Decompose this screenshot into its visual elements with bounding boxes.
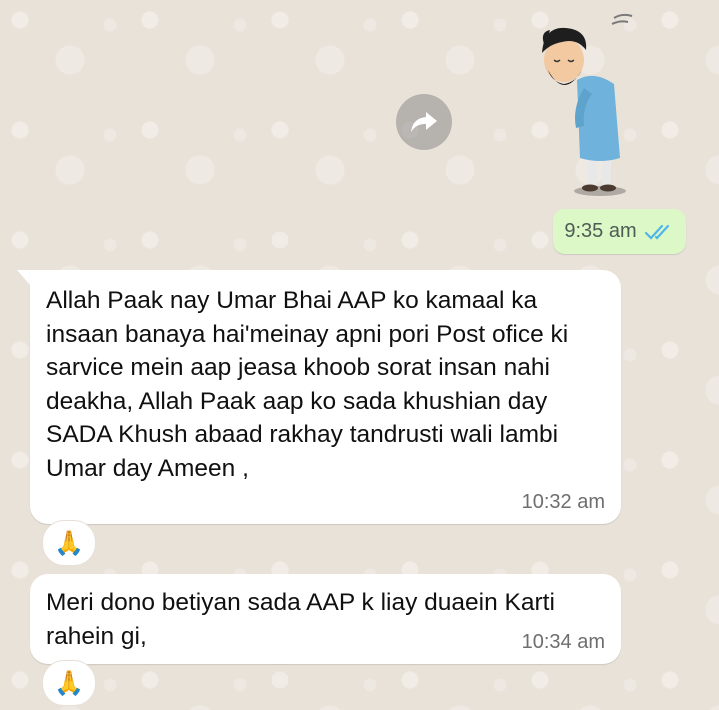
message-time: 10:34 am	[521, 631, 605, 653]
bowing-man-sticker[interactable]	[522, 8, 642, 198]
reaction-badge[interactable]: 🙏	[42, 520, 96, 566]
folded-hands-icon: 🙏	[54, 529, 84, 557]
sent-time-label: 9:35 am	[564, 220, 637, 242]
bubble-tail	[17, 270, 31, 286]
folded-hands-icon: 🙏	[54, 669, 84, 697]
sticker-image	[542, 13, 633, 196]
forward-button[interactable]	[396, 94, 452, 150]
forward-arrow-icon	[411, 112, 437, 132]
incoming-message-bubble[interactable]: Meri dono betiyan sada AAP k liay duaein…	[30, 574, 621, 664]
message-text: Allah Paak nay Umar Bhai AAP ko kamaal k…	[46, 287, 569, 482]
double-check-blue-icon	[644, 224, 669, 240]
reaction-badge[interactable]: 🙏	[42, 660, 96, 706]
incoming-message-bubble[interactable]: Allah Paak nay Umar Bhai AAP ko kamaal k…	[30, 270, 621, 524]
message-time: 10:32 am	[521, 491, 605, 513]
sent-message-time: 9:35 am	[553, 209, 686, 254]
